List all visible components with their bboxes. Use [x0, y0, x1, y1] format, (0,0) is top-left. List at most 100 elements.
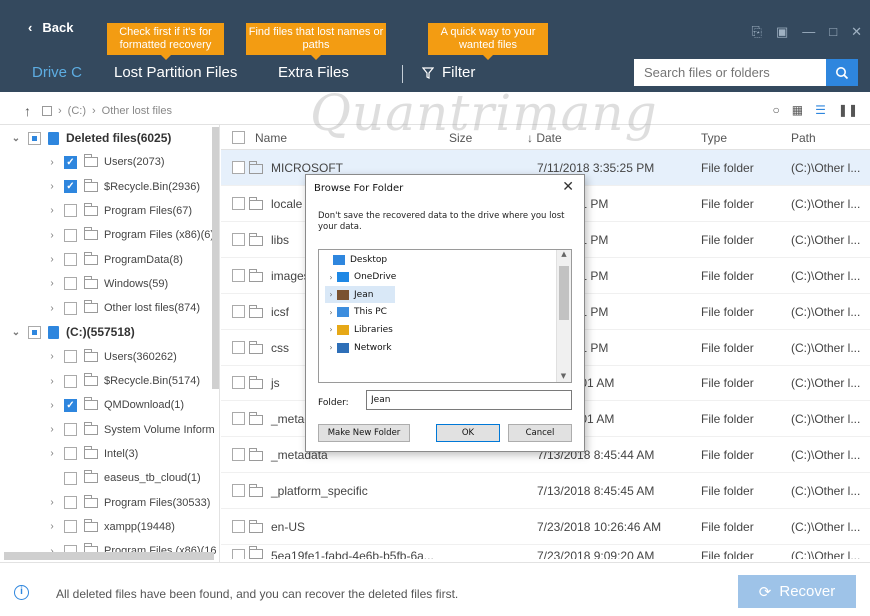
chevron-right-icon[interactable]: ›: [46, 157, 58, 168]
row-checkbox[interactable]: [232, 520, 245, 533]
tree-item[interactable]: › ProgramData(8): [46, 248, 183, 272]
tree-checkbox[interactable]: ✓: [64, 155, 77, 169]
row-checkbox[interactable]: [232, 484, 245, 498]
column-date[interactable]: ↓ Date: [527, 131, 562, 145]
chevron-down-icon[interactable]: ⌄: [10, 133, 22, 144]
breadcrumb-drive[interactable]: (C:): [68, 105, 86, 117]
chevron-right-icon[interactable]: ›: [46, 351, 58, 362]
search-input[interactable]: [634, 59, 826, 86]
chevron-right-icon[interactable]: ›: [46, 376, 58, 387]
chevron-right-icon[interactable]: ›: [46, 278, 58, 289]
tree-item[interactable]: › ✓ Users(2073): [46, 150, 165, 174]
chevron-right-icon[interactable]: ›: [325, 290, 337, 299]
tree-item[interactable]: easeus_tb_cloud(1): [46, 466, 201, 490]
dialog-scrollbar[interactable]: ▲ ▼: [556, 250, 571, 382]
tree-checkbox[interactable]: ✓: [64, 180, 77, 194]
chevron-right-icon[interactable]: ›: [46, 181, 58, 192]
tree-checkbox[interactable]: [64, 447, 77, 461]
tab-extra-files[interactable]: Extra Files: [278, 64, 349, 81]
dialog-tree-item[interactable]: › This PC: [325, 304, 387, 321]
tree-item[interactable]: ⌄ (C:)(557518): [10, 320, 135, 344]
tree-item[interactable]: › Windows(59): [46, 272, 168, 296]
chevron-right-icon[interactable]: ›: [46, 303, 58, 314]
row-checkbox[interactable]: [232, 548, 245, 559]
tab-drive-c[interactable]: Drive C: [32, 64, 82, 81]
tree-checkbox[interactable]: [28, 131, 41, 145]
tree-checkbox[interactable]: [64, 423, 77, 437]
tree-item[interactable]: › System Volume Inform: [46, 418, 215, 442]
make-new-folder-button[interactable]: Make New Folder: [318, 424, 410, 442]
dialog-tree-item[interactable]: › Jean: [325, 286, 395, 304]
minimize-icon[interactable]: —: [802, 24, 815, 40]
tab-lost-partition-files[interactable]: Lost Partition Files: [114, 64, 237, 81]
tab-filter[interactable]: Filter: [422, 64, 475, 81]
tree-item[interactable]: › xampp(19448): [46, 515, 175, 539]
tree-checkbox[interactable]: [64, 520, 77, 534]
row-checkbox[interactable]: [232, 232, 245, 246]
row-checkbox[interactable]: [232, 376, 245, 390]
breadcrumb-folder[interactable]: Other lost files: [102, 105, 172, 117]
chevron-right-icon[interactable]: ›: [46, 400, 58, 411]
tree-item[interactable]: ⌄ Deleted files(6025): [10, 126, 172, 150]
tree-item[interactable]: › Other lost files(874): [46, 296, 200, 320]
table-row[interactable]: en-US 7/23/2018 10:26:46 AM File folder (C:…: [221, 509, 870, 545]
select-all-checkbox[interactable]: [232, 131, 245, 144]
chevron-right-icon[interactable]: ›: [46, 424, 58, 435]
back-button[interactable]: ‹ Back: [28, 20, 73, 35]
tree-scrollbar[interactable]: [212, 127, 219, 389]
tree-item[interactable]: › ✓ QMDownload(1): [46, 393, 184, 417]
tree-checkbox[interactable]: [64, 471, 77, 485]
search-button[interactable]: [826, 59, 858, 86]
column-path[interactable]: Path: [791, 131, 816, 145]
chevron-right-icon[interactable]: ›: [46, 254, 58, 265]
dialog-tree-item[interactable]: › Network: [325, 339, 392, 356]
menu-icon[interactable]: ▣: [776, 24, 788, 40]
tree-horizontal-scrollbar[interactable]: [4, 552, 214, 560]
up-arrow-icon[interactable]: ↑: [24, 103, 31, 119]
dialog-tree-item[interactable]: › Libraries: [325, 321, 393, 338]
close-icon[interactable]: ✕: [851, 24, 862, 40]
tree-item[interactable]: › ✓ $Recycle.Bin(2936): [46, 175, 200, 199]
table-row[interactable]: 5ea19fe1-fabd-4e6b-b5fb-6a... 7/23/2018 9…: [221, 545, 870, 559]
dialog-close-icon[interactable]: ✕: [562, 179, 574, 195]
tree-checkbox[interactable]: [64, 350, 77, 364]
column-size[interactable]: Size: [449, 131, 472, 145]
tree-checkbox[interactable]: ✓: [64, 398, 77, 412]
tree-checkbox[interactable]: [64, 228, 77, 242]
chevron-right-icon[interactable]: ›: [325, 343, 337, 352]
dialog-scroll-thumb[interactable]: [559, 266, 569, 320]
tree-item[interactable]: › Intel(3): [46, 442, 138, 466]
dialog-tree-item[interactable]: Desktop: [321, 251, 387, 268]
tree-checkbox[interactable]: [64, 301, 77, 315]
chevron-right-icon[interactable]: ›: [325, 273, 337, 282]
tree-checkbox[interactable]: [64, 374, 77, 388]
row-checkbox[interactable]: [232, 268, 245, 282]
scroll-down-icon[interactable]: ▼: [557, 372, 570, 380]
tree-item[interactable]: › Users(360262): [46, 345, 177, 369]
chevron-right-icon[interactable]: ›: [325, 325, 337, 334]
tree-checkbox[interactable]: [64, 496, 77, 509]
column-type[interactable]: Type: [701, 131, 727, 145]
cancel-button[interactable]: Cancel: [508, 424, 572, 442]
chevron-right-icon[interactable]: ›: [325, 308, 337, 317]
tree-checkbox[interactable]: [64, 253, 77, 266]
row-checkbox[interactable]: [232, 448, 245, 462]
grid-view-icon[interactable]: ▦: [792, 103, 803, 117]
chevron-right-icon[interactable]: ›: [46, 448, 58, 459]
tree-checkbox[interactable]: [28, 325, 41, 339]
tree-item[interactable]: › Program Files(30533): [46, 491, 210, 515]
scroll-up-icon[interactable]: ▲: [557, 250, 571, 258]
login-icon[interactable]: ⎘: [752, 24, 762, 40]
column-name[interactable]: Name: [255, 131, 287, 145]
tree-item[interactable]: › Program Files(67): [46, 199, 192, 223]
tree-item[interactable]: › Program Files (x86)(6): [46, 223, 214, 247]
maximize-icon[interactable]: □: [829, 24, 837, 40]
row-checkbox[interactable]: [232, 340, 245, 354]
table-row[interactable]: _platform_specific 7/13/2018 8:45:45 AM Fi…: [221, 473, 870, 510]
dialog-tree-item[interactable]: › OneDrive: [325, 269, 396, 286]
ok-button[interactable]: OK: [436, 424, 500, 442]
tree-checkbox[interactable]: [64, 277, 77, 291]
chevron-right-icon[interactable]: ›: [46, 521, 58, 532]
detail-view-icon[interactable]: ❚❚: [838, 103, 858, 117]
list-view-icon[interactable]: ☰: [815, 103, 826, 117]
